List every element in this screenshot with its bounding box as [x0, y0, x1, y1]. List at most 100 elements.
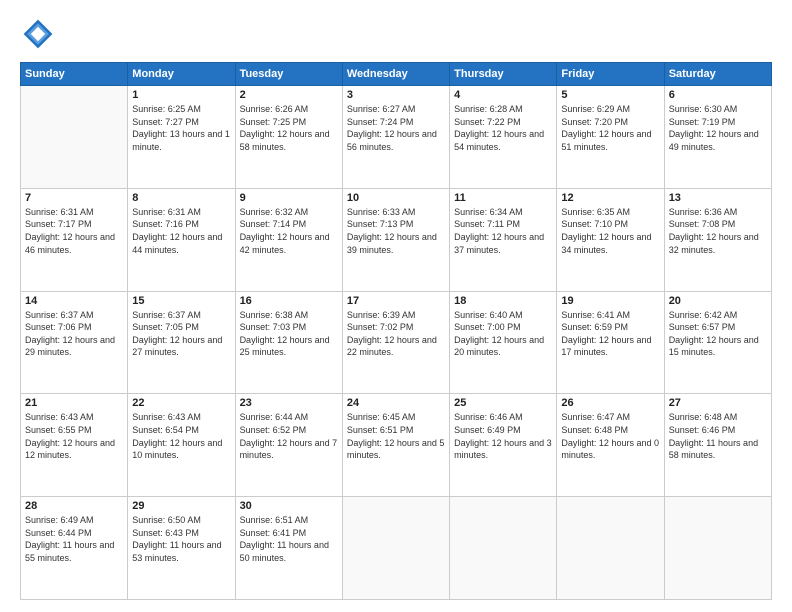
- day-cell: 25Sunrise: 6:46 AMSunset: 6:49 PMDayligh…: [450, 394, 557, 497]
- day-info: Sunrise: 6:51 AMSunset: 6:41 PMDaylight:…: [240, 514, 338, 564]
- day-header-row: SundayMondayTuesdayWednesdayThursdayFrid…: [21, 63, 772, 86]
- sunrise-text: Sunrise: 6:34 AM: [454, 207, 523, 217]
- week-row-1: 1 Sunrise: 6:25 AM Sunset: 7:27 PM Daylight…: [21, 86, 772, 189]
- daylight-text: Daylight: 12 hours and 3 minutes.: [454, 438, 552, 461]
- day-number: 14: [25, 295, 123, 307]
- day-number: 8: [132, 192, 230, 204]
- day-number: 17: [347, 295, 445, 307]
- daylight-text: Daylight: 12 hours and 12 minutes.: [25, 438, 115, 461]
- sunset-text: Sunset: 7:17 PM: [25, 219, 92, 229]
- day-cell: [557, 497, 664, 600]
- day-info: Sunrise: 6:41 AMSunset: 6:59 PMDaylight:…: [561, 309, 659, 359]
- sunset-text: Sunset: 7:00 PM: [454, 322, 521, 332]
- sunrise-text: Sunrise: 6:38 AM: [240, 310, 309, 320]
- day-number: 19: [561, 295, 659, 307]
- sunrise-text: Sunrise: 6:50 AM: [132, 515, 201, 525]
- day-info: Sunrise: 6:40 AMSunset: 7:00 PMDaylight:…: [454, 309, 552, 359]
- daylight-text: Daylight: 12 hours and 17 minutes.: [561, 335, 651, 358]
- daylight-text: Daylight: 12 hours and 0 minutes.: [561, 438, 659, 461]
- day-number: 1: [132, 89, 230, 101]
- day-number: 9: [240, 192, 338, 204]
- sunset-text: Sunset: 6:48 PM: [561, 425, 628, 435]
- day-number: 28: [25, 500, 123, 512]
- day-info: Sunrise: 6:28 AMSunset: 7:22 PMDaylight:…: [454, 103, 552, 153]
- sunrise-text: Sunrise: 6:26 AM: [240, 104, 309, 114]
- day-cell: 8Sunrise: 6:31 AMSunset: 7:16 PMDaylight…: [128, 188, 235, 291]
- day-info: Sunrise: 6:31 AMSunset: 7:17 PMDaylight:…: [25, 206, 123, 256]
- sunset-text: Sunset: 7:13 PM: [347, 219, 414, 229]
- sunset-text: Sunset: 6:52 PM: [240, 425, 307, 435]
- daylight-text: Daylight: 12 hours and 34 minutes.: [561, 232, 651, 255]
- day-cell: [342, 497, 449, 600]
- day-info: Sunrise: 6:45 AMSunset: 6:51 PMDaylight:…: [347, 411, 445, 461]
- day-cell: 9Sunrise: 6:32 AMSunset: 7:14 PMDaylight…: [235, 188, 342, 291]
- day-cell: 23Sunrise: 6:44 AMSunset: 6:52 PMDayligh…: [235, 394, 342, 497]
- day-info: Sunrise: 6:43 AMSunset: 6:55 PMDaylight:…: [25, 411, 123, 461]
- sunset-text: Sunset: 6:57 PM: [669, 322, 736, 332]
- day-cell: 11Sunrise: 6:34 AMSunset: 7:11 PMDayligh…: [450, 188, 557, 291]
- sunrise-text: Sunrise: 6:27 AM: [347, 104, 416, 114]
- day-number: 5: [561, 89, 659, 101]
- sunrise-text: Sunrise: 6:43 AM: [132, 412, 201, 422]
- day-info: Sunrise: 6:49 AMSunset: 6:44 PMDaylight:…: [25, 514, 123, 564]
- day-header-monday: Monday: [128, 63, 235, 86]
- day-info: Sunrise: 6:30 AMSunset: 7:19 PMDaylight:…: [669, 103, 767, 153]
- sunrise-text: Sunrise: 6:31 AM: [132, 207, 201, 217]
- day-info: Sunrise: 6:26 AM Sunset: 7:25 PM Daylight:…: [240, 103, 338, 153]
- day-number: 16: [240, 295, 338, 307]
- day-cell: 12Sunrise: 6:35 AMSunset: 7:10 PMDayligh…: [557, 188, 664, 291]
- day-info: Sunrise: 6:37 AMSunset: 7:05 PMDaylight:…: [132, 309, 230, 359]
- day-number: 6: [669, 89, 767, 101]
- sunrise-text: Sunrise: 6:25 AM: [132, 104, 201, 114]
- day-cell: 16 Sunrise: 6:38 AM Sunset: 7:03 PM Dayligh…: [235, 291, 342, 394]
- sunrise-text: Sunrise: 6:31 AM: [25, 207, 94, 217]
- daylight-text: Daylight: 12 hours and 58 minutes.: [240, 129, 330, 152]
- sunset-text: Sunset: 6:54 PM: [132, 425, 199, 435]
- sunrise-text: Sunrise: 6:46 AM: [454, 412, 523, 422]
- sunset-text: Sunset: 7:25 PM: [240, 117, 307, 127]
- sunset-text: Sunset: 6:43 PM: [132, 528, 199, 538]
- day-cell: 24Sunrise: 6:45 AMSunset: 6:51 PMDayligh…: [342, 394, 449, 497]
- day-cell: 2Sunrise: 6:26 AMSunset: 7:25 PMDaylight…: [235, 86, 342, 189]
- sunset-text: Sunset: 7:19 PM: [669, 117, 736, 127]
- sunrise-text: Sunrise: 6:37 AM: [25, 310, 94, 320]
- day-info: Sunrise: 6:44 AMSunset: 6:52 PMDaylight:…: [240, 411, 338, 461]
- day-header-tuesday: Tuesday: [235, 63, 342, 86]
- sunset-text: Sunset: 7:03 PM: [240, 322, 307, 332]
- day-cell: 7Sunrise: 6:31 AMSunset: 7:17 PMDaylight…: [21, 188, 128, 291]
- day-cell: 21 Sunrise: 6:43 AMSunset: 6:55 PMDayligh…: [21, 394, 128, 497]
- day-cell: [450, 497, 557, 600]
- daylight-text: Daylight: 12 hours and 54 minutes.: [454, 129, 544, 152]
- day-number: 26: [561, 397, 659, 409]
- sunset-text: Sunset: 7:27 PM: [132, 117, 199, 127]
- sunrise-text: Sunrise: 6:29 AM: [561, 104, 630, 114]
- day-cell: 20Sunrise: 6:42 AMSunset: 6:57 PMDayligh…: [664, 291, 771, 394]
- sunset-text: Sunset: 6:41 PM: [240, 528, 307, 538]
- sunrise-text: Sunrise: 6:28 AM: [454, 104, 523, 114]
- sunrise-text: Sunrise: 6:47 AM: [561, 412, 630, 422]
- daylight-text: Daylight: 12 hours and 25 minutes.: [240, 335, 330, 358]
- day-header-sunday: Sunday: [21, 63, 128, 86]
- header: [20, 16, 772, 52]
- day-cell: 1Sunrise: 6:25 AMSunset: 7:27 PMDaylight…: [128, 86, 235, 189]
- daylight-text: Daylight: 12 hours and 32 minutes.: [669, 232, 759, 255]
- sunrise-text: Sunrise: 6:36 AM: [669, 207, 738, 217]
- day-number: 12: [561, 192, 659, 204]
- day-cell: 30Sunrise: 6:51 AMSunset: 6:41 PMDayligh…: [235, 497, 342, 600]
- calendar: SundayMondayTuesdayWednesdayThursdayFrid…: [20, 62, 772, 600]
- logo-icon: [20, 16, 56, 52]
- sunrise-text: Sunrise: 6:43 AM: [25, 412, 94, 422]
- day-number: 21: [25, 397, 123, 409]
- day-header-saturday: Saturday: [664, 63, 771, 86]
- day-cell: 28 Sunrise: 6:49 AMSunset: 6:44 PMDayligh…: [21, 497, 128, 600]
- day-info: Sunrise: 6:33 AMSunset: 7:13 PMDaylight:…: [347, 206, 445, 256]
- page: SundayMondayTuesdayWednesdayThursdayFrid…: [0, 0, 792, 612]
- week-row-2: 7Sunrise: 6:31 AMSunset: 7:17 PMDaylight…: [21, 188, 772, 291]
- day-cell: 27Sunrise: 6:48 AMSunset: 6:46 PMDayligh…: [664, 394, 771, 497]
- day-number: 15: [132, 295, 230, 307]
- logo: [20, 16, 60, 52]
- day-number: 13: [669, 192, 767, 204]
- day-info: Sunrise: 6:39 AMSunset: 7:02 PMDaylight:…: [347, 309, 445, 359]
- sunset-text: Sunset: 7:11 PM: [454, 219, 520, 229]
- sunset-text: Sunset: 6:46 PM: [669, 425, 736, 435]
